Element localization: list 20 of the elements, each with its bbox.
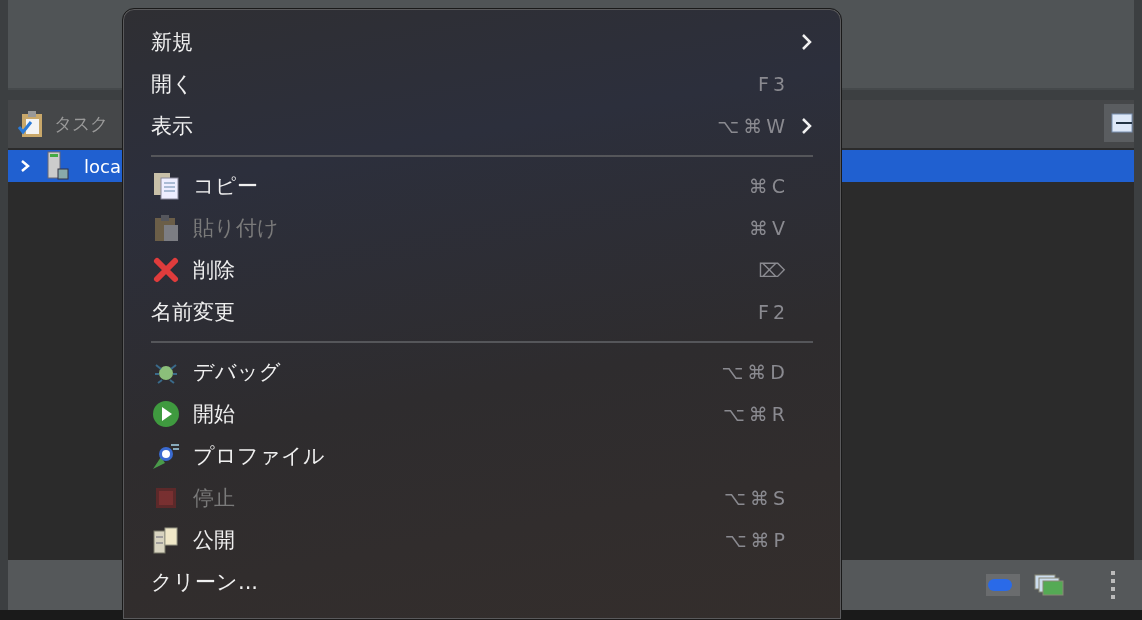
menu-item[interactable]: 開始 ⌥⌘R bbox=[123, 393, 841, 435]
menu-item[interactable]: プロファイル bbox=[123, 435, 841, 477]
menu-item[interactable]: 開く F3 bbox=[123, 63, 841, 105]
menu-item[interactable]: 削除 ⌦ bbox=[123, 249, 841, 291]
menu-item[interactable]: デバッグ ⌥⌘D bbox=[123, 351, 841, 393]
menu-item[interactable]: 表示 ⌥⌘W bbox=[123, 105, 841, 147]
tree-item-label: loca bbox=[84, 155, 121, 177]
play-icon bbox=[151, 399, 181, 429]
more-icon[interactable] bbox=[1110, 570, 1116, 600]
windows-icon[interactable] bbox=[1034, 573, 1064, 597]
minimize-button[interactable] bbox=[1104, 104, 1134, 142]
menu-item[interactable]: 名前変更 F2 bbox=[123, 291, 841, 333]
toggle-switch[interactable] bbox=[986, 574, 1020, 596]
menu-item[interactable]: 新規 bbox=[123, 21, 841, 63]
menu-item[interactable]: コピー ⌘C bbox=[123, 165, 841, 207]
cross-icon bbox=[151, 255, 181, 285]
menu-item[interactable]: クリーン... bbox=[123, 561, 841, 603]
view-title: タスク bbox=[54, 112, 108, 136]
menu-item[interactable]: 公開 ⌥⌘P bbox=[123, 519, 841, 561]
document-icon bbox=[151, 171, 181, 201]
